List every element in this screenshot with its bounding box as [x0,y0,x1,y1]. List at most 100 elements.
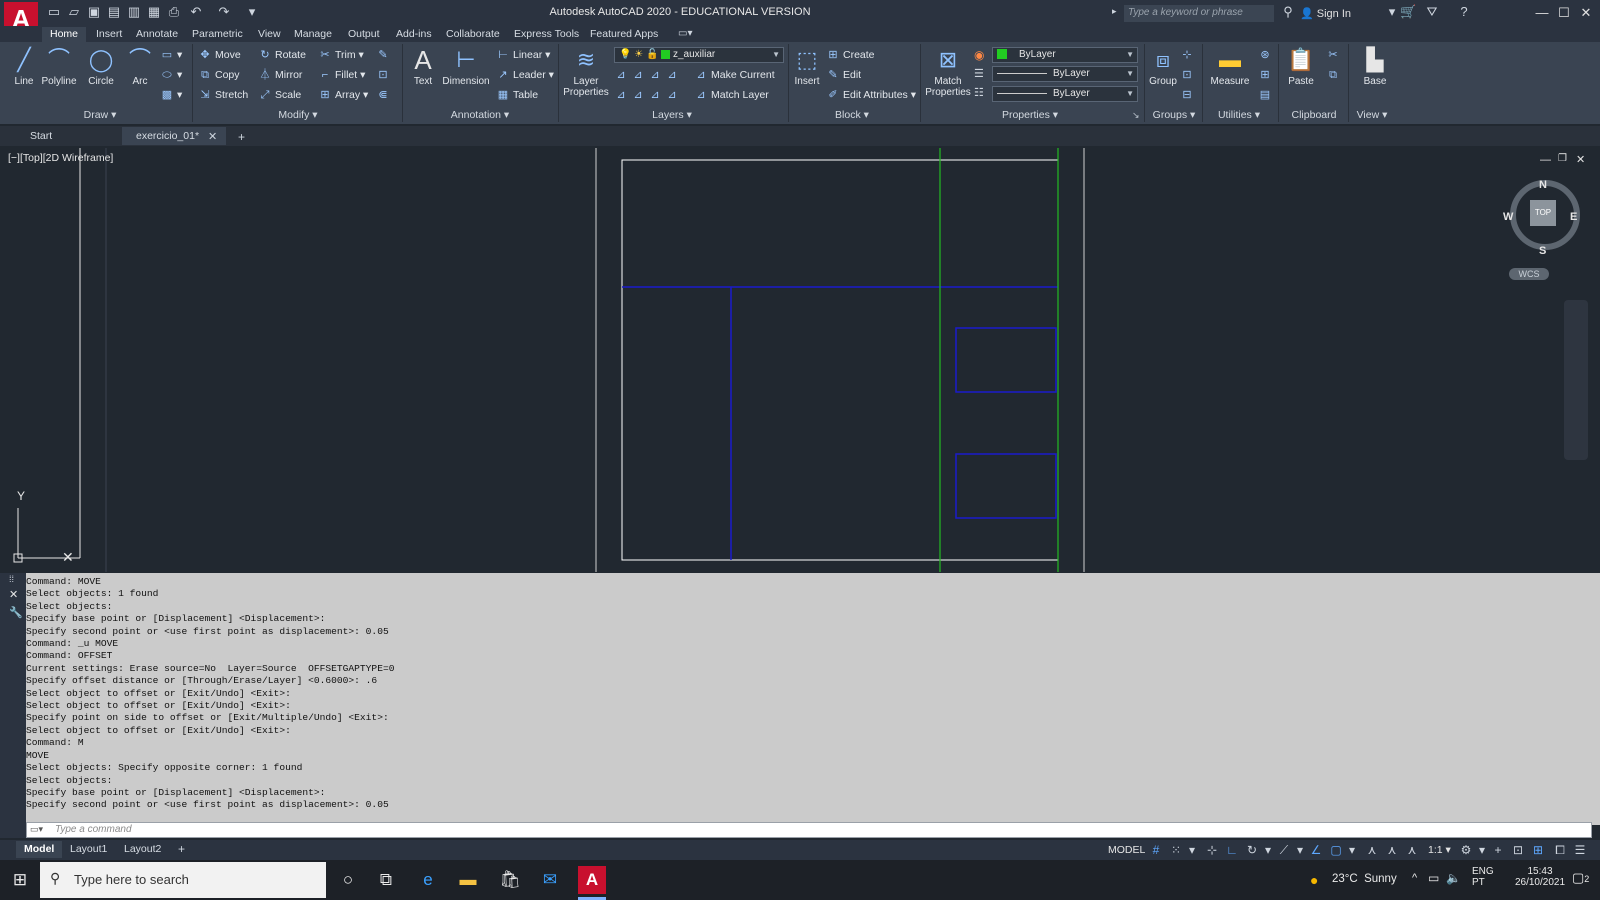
open-file-icon[interactable]: ▱ [66,4,82,20]
show-hidden-icons-icon[interactable]: ^ [1412,872,1417,884]
search-input[interactable]: Type a keyword or phrase [1124,5,1274,22]
table-button[interactable]: ▦ Table [496,86,538,104]
sign-in-button[interactable]: 👤 Sign In [1300,7,1351,20]
layer-tools-row-2[interactable]: ⊿ ⊿ ⊿ ⊿ [614,86,682,104]
polyline-button[interactable]: ⌒ Polyline [40,46,78,87]
ungroup-button[interactable]: ⊹ [1180,46,1197,64]
search-expand-icon[interactable]: ▸ [1112,6,1117,17]
tab-featured-apps[interactable]: Featured Apps [582,27,666,42]
circle-button[interactable]: ◯ Circle [82,46,120,87]
workspace-gear-icon[interactable]: ⚙ [1458,842,1474,858]
save-icon[interactable]: ▣ [86,4,102,20]
weather-text[interactable]: 23°C Sunny [1332,873,1397,885]
fillet-button[interactable]: ⌐ Fillet ▾ [318,66,366,84]
volume-icon[interactable]: 🔈 [1446,871,1461,885]
object-snap-tracking-icon[interactable]: ∠ [1308,842,1324,858]
undo-icon[interactable]: ↶ [188,4,204,20]
navigation-bar[interactable] [1564,300,1588,460]
close-window-icon[interactable]: ✕ [1574,4,1598,22]
polar-dropdown-icon[interactable]: ▾ [1260,842,1276,858]
edit-attributes-button[interactable]: ✐ Edit Attributes ▾ [826,86,916,104]
dynamic-input-icon[interactable]: ⊹ [1204,842,1220,858]
group-edit-button[interactable]: ⊡ [1180,66,1197,84]
snap-dropdown-icon[interactable]: ▾ [1184,842,1200,858]
insert-button[interactable]: ⬚ Insert [788,46,826,87]
isolate-objects-icon[interactable]: ⊞ [1530,842,1546,858]
close-tab-icon[interactable]: ✕ [208,130,217,143]
groups-panel-label[interactable]: Groups ▾ [1146,108,1202,123]
dimension-button[interactable]: ⊢ Dimension [442,46,490,87]
rotate-button[interactable]: ↻ Rotate [258,46,306,64]
annotation-visibility-icon[interactable]: ⋏ [1364,842,1380,858]
tab-express-tools[interactable]: Express Tools [506,27,587,42]
tab-collaborate[interactable]: Collaborate [438,27,508,42]
ribbon-toggle-icon[interactable]: ▭▾ [678,28,692,39]
new-tab-icon[interactable]: + [238,130,245,144]
viewport-restore-icon[interactable]: ❐ [1558,153,1567,164]
close-command-line-icon[interactable]: ✕ [9,588,18,601]
annotation-monitor-icon[interactable]: + [1490,842,1506,858]
clean-screen-icon[interactable]: ⧠ [1552,842,1568,858]
edge-browser-icon[interactable]: e [414,866,442,894]
network-icon[interactable]: ▭ [1428,871,1439,885]
autodesk-a360-icon[interactable]: ⛛ [1424,4,1440,20]
copy-clip-button[interactable]: ⧉ [1326,66,1343,84]
command-input[interactable]: Type a command [26,822,1592,838]
stretch-button[interactable]: ⇲ Stretch [198,86,248,104]
polar-icon[interactable]: ↻ [1244,842,1260,858]
viewcube-top-face[interactable]: TOP [1530,200,1556,226]
layer-properties-button[interactable]: ≋ Layer Properties [562,46,610,98]
leader-button[interactable]: ↗ Leader ▾ [496,66,554,84]
properties-dialog-launcher-icon[interactable]: ↘ [1132,110,1140,121]
explode-button[interactable]: ⊡ [376,66,393,84]
taskbar-search-input[interactable]: Type here to search [40,862,326,898]
grid-icon[interactable]: # [1148,842,1164,858]
tab-manage[interactable]: Manage [286,27,340,42]
match-layer-button[interactable]: ⊿ Match Layer [694,86,768,104]
object-snap-dropdown-icon[interactable]: ▾ [1344,842,1360,858]
customization-menu-icon[interactable]: ☰ [1572,842,1588,858]
measure-button[interactable]: ▬ Measure [1208,46,1252,87]
drawing-viewport[interactable]: ✕ [−][Top][2D Wireframe] — ❐ ✕ WCS Y [0,148,1600,572]
tab-start[interactable]: Start [16,127,66,145]
new-file-icon[interactable]: ▭ [46,4,62,20]
create-block-button[interactable]: ⊞ Create [826,46,874,64]
cut-button[interactable]: ✂ [1326,46,1343,64]
modify-panel-label[interactable]: Modify ▾ [258,108,338,123]
maximize-window-icon[interactable]: ☐ [1552,4,1576,22]
offset-button[interactable]: ⋐ [376,86,393,104]
tab-layout2[interactable]: Layout2 [116,841,169,858]
compass-north[interactable]: N [1539,179,1547,191]
rectangle-button[interactable]: ▭ ▾ [160,46,182,64]
task-view-icon[interactable]: ⧉ [372,866,400,894]
command-recent-icon[interactable]: ▭▾ [30,824,43,835]
properties-panel-label[interactable]: Properties ▾ [990,108,1070,123]
color-dropdown[interactable]: ByLayer ▼ [992,47,1138,63]
tab-parametric[interactable]: Parametric [184,27,251,42]
windows-start-icon[interactable]: ⊞ [6,866,34,894]
workspace-dropdown-icon[interactable]: ▾ [1474,842,1490,858]
redo-icon[interactable]: ↷ [216,4,232,20]
tab-insert[interactable]: Insert [88,27,130,42]
make-current-button[interactable]: ⊿ Make Current [694,66,774,84]
open-web-icon[interactable]: ▥ [126,4,142,20]
layers-panel-label[interactable]: Layers ▾ [632,108,712,123]
linetype-dropdown[interactable]: ByLayer ▼ [992,86,1138,102]
edit-block-button[interactable]: ✎ Edit [826,66,861,84]
isodraft-icon[interactable]: ⟋ [1276,842,1292,858]
base-view-button[interactable]: ▙ Base [1356,46,1394,87]
wcs-menu[interactable]: WCS [1509,268,1549,280]
calculator-button[interactable]: ▤ [1258,86,1275,104]
object-snap-icon[interactable]: ▢ [1328,842,1344,858]
match-properties-button[interactable]: ⊠ Match Properties [924,46,972,98]
layer-tools-row-1[interactable]: ⊿ ⊿ ⊿ ⊿ [614,66,682,84]
notifications-icon[interactable]: ▢2 [1572,870,1589,886]
tab-output[interactable]: Output [340,27,388,42]
line-button[interactable]: ╱ Line [5,46,43,87]
cart-icon[interactable]: 🛒 [1400,4,1416,20]
tab-annotate[interactable]: Annotate [128,27,186,42]
ellipse-button[interactable]: ⬭ ▾ [160,66,182,84]
customize-icon[interactable]: 🔧 [9,606,23,619]
sign-in-dropdown-icon[interactable]: ▾ [1384,4,1400,20]
tab-model[interactable]: Model [16,841,63,858]
